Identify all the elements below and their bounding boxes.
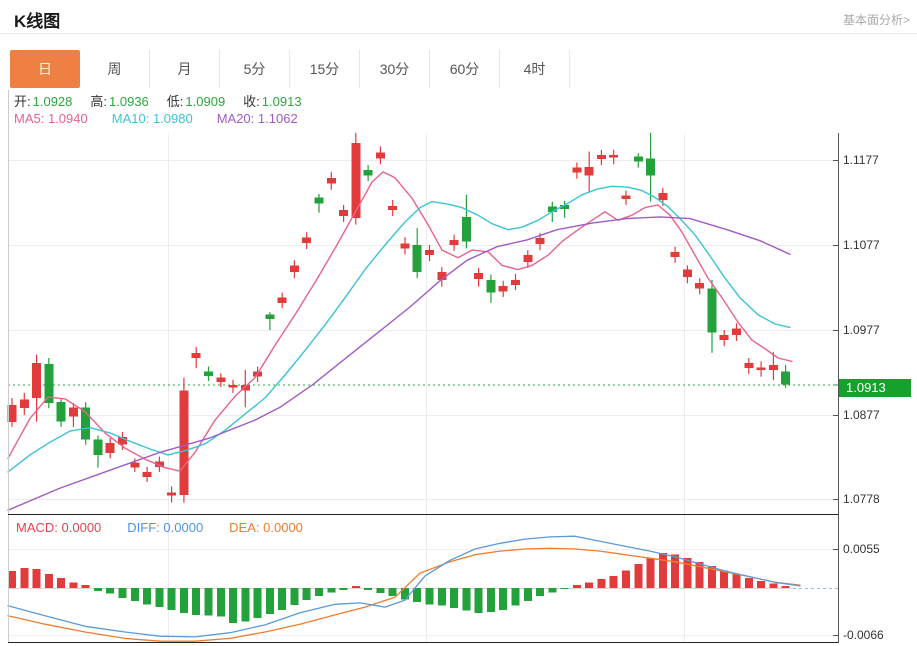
ohlc-low: 低:1.0909 — [167, 91, 225, 110]
axis-label: 1.0977 — [843, 322, 880, 338]
axis-label: 1.1177 — [843, 152, 879, 168]
ohlc-close: 收:1.0913 — [243, 91, 301, 110]
axis-label: -0.0066 — [843, 627, 884, 643]
current-price-badge: 1.0913 — [839, 379, 911, 397]
dea-value-label: DEA: 0.0000 — [229, 520, 303, 535]
ohlc-high: 高:1.0936 — [90, 91, 148, 110]
diff-value-label: DIFF: 0.0000 — [127, 520, 203, 535]
macd-legend: MACD: 0.0000 DIFF: 0.0000 DEA: 0.0000 — [16, 520, 303, 535]
axis-label: 1.0778 — [843, 491, 880, 507]
axis-label: 1.1077 — [843, 237, 880, 253]
ma5-legend: MA5: 1.0940 — [14, 111, 88, 126]
macd-value-label: MACD: 0.0000 — [16, 520, 101, 535]
ma-legend: MA5: 1.0940 MA10: 1.0980 MA20: 1.1062 — [14, 111, 298, 126]
ma20-legend: MA20: 1.1062 — [217, 111, 298, 126]
kline-widget: K线图 基本面分析> 日周月5分15分30分60分4时 开:1.0928 高:1… — [0, 0, 917, 646]
ohlc-open: 开:1.0928 — [14, 91, 72, 110]
ohlc-legend: 开:1.0928 高:1.0936 低:1.0909 收:1.0913 — [14, 91, 302, 110]
ma10-legend: MA10: 1.0980 — [112, 111, 193, 126]
axis-label: 1.0877 — [843, 407, 880, 423]
axis-label: 0.0055 — [843, 541, 880, 557]
